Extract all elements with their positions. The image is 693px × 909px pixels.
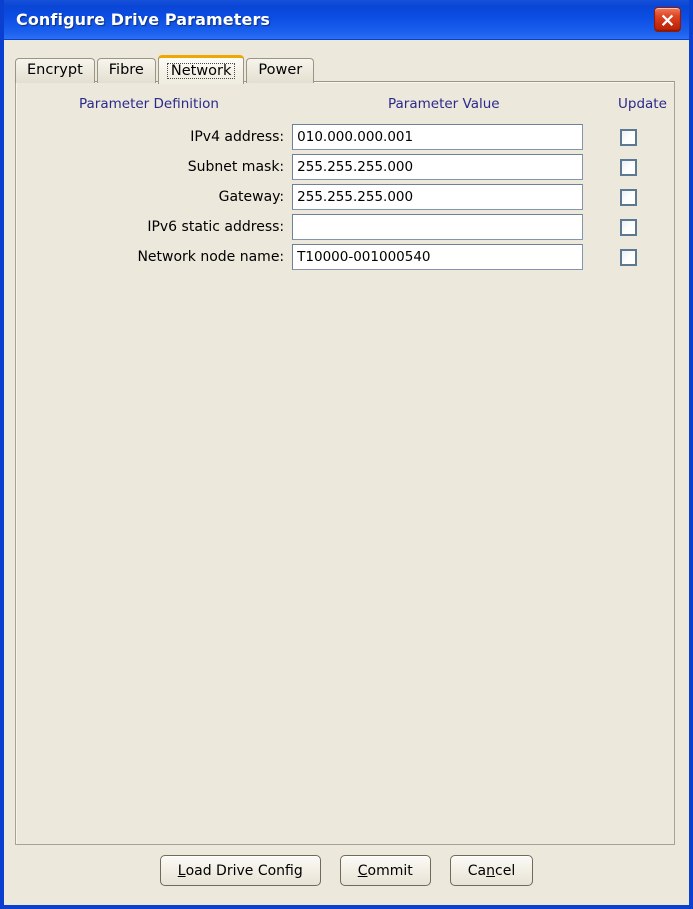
commit-button[interactable]: Commit bbox=[339, 855, 431, 886]
tab-encrypt-label: Encrypt bbox=[27, 62, 83, 79]
title-bar: Configure Drive Parameters bbox=[4, 0, 689, 40]
tab-power-label: Power bbox=[258, 62, 303, 79]
cancel-mnemonic: n bbox=[486, 862, 496, 879]
column-headers: Parameter Definition Parameter Value Upd… bbox=[16, 82, 674, 112]
cancel-button[interactable]: Ca n cel bbox=[449, 855, 534, 886]
table-row: Network node name: bbox=[16, 242, 674, 272]
table-row: Gateway: bbox=[16, 182, 674, 212]
update-cell bbox=[583, 158, 674, 176]
column-header-parameter-definition: Parameter Definition bbox=[79, 96, 219, 112]
gateway-input[interactable] bbox=[292, 184, 584, 210]
close-button[interactable] bbox=[654, 7, 681, 32]
column-header-update: Update bbox=[618, 96, 667, 112]
label-gateway: Gateway: bbox=[218, 189, 285, 205]
update-checkbox-ipv4-address[interactable] bbox=[620, 128, 638, 146]
ipv4-address-input[interactable] bbox=[292, 124, 584, 150]
tab-bar: Encrypt Fibre Network Power bbox=[15, 55, 316, 84]
commit-suffix: ommit bbox=[367, 862, 413, 879]
label-subnet-mask: Subnet mask: bbox=[187, 159, 285, 175]
update-cell bbox=[583, 248, 674, 266]
update-cell bbox=[583, 218, 674, 236]
cancel-suffix: cel bbox=[495, 862, 516, 879]
commit-mnemonic: C bbox=[357, 862, 368, 879]
tab-fibre[interactable]: Fibre bbox=[96, 58, 156, 83]
dialog-button-bar: Load Drive Config Commit Ca n cel bbox=[4, 855, 689, 886]
tab-fibre-label: Fibre bbox=[108, 62, 144, 79]
column-header-parameter-value: Parameter Value bbox=[388, 96, 500, 112]
table-row: Subnet mask: bbox=[16, 152, 674, 182]
update-checkbox-ipv6-static-address[interactable] bbox=[620, 218, 638, 236]
subnet-mask-input[interactable] bbox=[292, 154, 584, 180]
label-network-node-name: Network node name: bbox=[137, 249, 285, 265]
tab-network[interactable]: Network bbox=[157, 55, 245, 84]
update-checkbox-subnet-mask[interactable] bbox=[620, 158, 638, 176]
load-drive-config-button[interactable]: Load Drive Config bbox=[159, 855, 321, 886]
update-cell bbox=[583, 188, 674, 206]
tab-power[interactable]: Power bbox=[246, 58, 315, 83]
update-cell bbox=[583, 128, 674, 146]
ipv6-static-address-input[interactable] bbox=[292, 214, 584, 240]
tab-network-label: Network bbox=[166, 62, 236, 80]
table-row: IPv6 static address: bbox=[16, 212, 674, 242]
tab-encrypt[interactable]: Encrypt bbox=[15, 58, 95, 83]
close-x-icon bbox=[660, 12, 675, 27]
update-checkbox-network-node-name[interactable] bbox=[620, 248, 638, 266]
window-title: Configure Drive Parameters bbox=[16, 10, 271, 29]
load-drive-config-mnemonic: L bbox=[177, 862, 186, 879]
update-checkbox-gateway[interactable] bbox=[620, 188, 638, 206]
configure-drive-parameters-window: Configure Drive Parameters Encrypt Fibre… bbox=[0, 0, 693, 909]
label-ipv6-static-address: IPv6 static address: bbox=[147, 219, 285, 235]
network-tab-panel: Parameter Definition Parameter Value Upd… bbox=[15, 81, 675, 845]
label-ipv4-address: IPv4 address: bbox=[190, 129, 285, 145]
cancel-prefix: Ca bbox=[467, 862, 487, 879]
table-row: IPv4 address: bbox=[16, 122, 674, 152]
network-node-name-input[interactable] bbox=[292, 244, 584, 270]
load-drive-config-suffix: oad Drive Config bbox=[185, 862, 303, 879]
parameter-rows: IPv4 address: Subnet mask: Gateway: bbox=[16, 122, 674, 272]
